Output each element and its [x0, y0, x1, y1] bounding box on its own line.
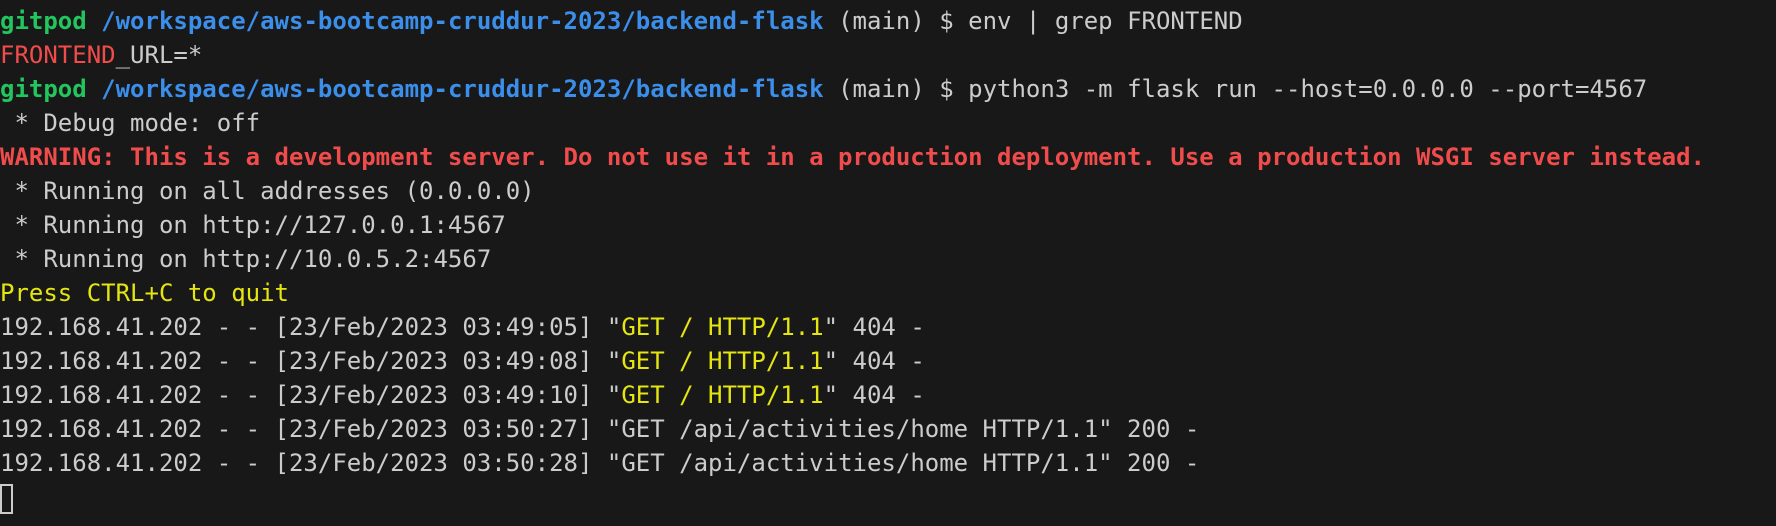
- log-line: 192.168.41.202 - - [23/Feb/2023 03:50:28…: [0, 446, 1776, 480]
- running-all-line: * Running on all addresses (0.0.0.0): [0, 177, 535, 205]
- prompt-line-1: gitpod /workspace/aws-bootcamp-cruddur-2…: [0, 4, 1776, 38]
- log-suffix: " 404 -: [823, 347, 925, 375]
- log-prefix: 192.168.41.202 - - [23/Feb/2023 03:50:27…: [0, 415, 622, 443]
- log-prefix: 192.168.41.202 - - [23/Feb/2023 03:50:28…: [0, 449, 622, 477]
- log-line: 192.168.41.202 - - [23/Feb/2023 03:49:05…: [0, 310, 1776, 344]
- log-suffix: " 200 -: [1098, 415, 1200, 443]
- prompt-path: /workspace/aws-bootcamp-cruddur-2023/bac…: [101, 75, 824, 103]
- log-request: GET / HTTP/1.1: [621, 381, 824, 409]
- log-line: 192.168.41.202 - - [23/Feb/2023 03:49:10…: [0, 378, 1776, 412]
- quit-hint-line: Press CTRL+C to quit: [0, 279, 289, 307]
- prompt-command: env | grep FRONTEND: [968, 7, 1243, 35]
- cursor-line[interactable]: [0, 480, 1776, 514]
- env-output-line: FRONTEND_URL=*: [0, 38, 1776, 72]
- log-request: GET / HTTP/1.1: [621, 347, 824, 375]
- log-suffix: " 404 -: [823, 313, 925, 341]
- log-line: 192.168.41.202 - - [23/Feb/2023 03:49:08…: [0, 344, 1776, 378]
- env-highlight: FRONTEND: [0, 41, 116, 69]
- terminal-window[interactable]: gitpod /workspace/aws-bootcamp-cruddur-2…: [0, 0, 1776, 526]
- debug-mode-line: * Debug mode: off: [0, 109, 261, 137]
- log-request: GET /api/activities/home HTTP/1.1: [621, 449, 1099, 477]
- log-suffix: " 200 -: [1098, 449, 1200, 477]
- prompt-user: gitpod: [0, 75, 87, 103]
- running-net-line: * Running on http://10.0.5.2:4567: [0, 245, 492, 273]
- prompt-command: python3 -m flask run --host=0.0.0.0 --po…: [968, 75, 1648, 103]
- terminal-cursor[interactable]: [0, 484, 13, 514]
- log-request: GET / HTTP/1.1: [621, 313, 824, 341]
- running-local-line: * Running on http://127.0.0.1:4567: [0, 211, 506, 239]
- env-rest: _URL=*: [115, 41, 203, 69]
- prompt-branch: (main) $: [823, 75, 969, 103]
- prompt-line-2: gitpod /workspace/aws-bootcamp-cruddur-2…: [0, 72, 1776, 106]
- prompt-branch: (main) $: [823, 7, 969, 35]
- log-prefix: 192.168.41.202 - - [23/Feb/2023 03:49:08…: [0, 347, 622, 375]
- log-line: 192.168.41.202 - - [23/Feb/2023 03:50:27…: [0, 412, 1776, 446]
- prompt-user: gitpod: [0, 7, 87, 35]
- log-prefix: 192.168.41.202 - - [23/Feb/2023 03:49:05…: [0, 313, 622, 341]
- log-request: GET /api/activities/home HTTP/1.1: [621, 415, 1099, 443]
- prompt-path: /workspace/aws-bootcamp-cruddur-2023/bac…: [101, 7, 824, 35]
- log-suffix: " 404 -: [823, 381, 925, 409]
- warning-line: WARNING: This is a development server. D…: [0, 143, 1706, 171]
- log-prefix: 192.168.41.202 - - [23/Feb/2023 03:49:10…: [0, 381, 622, 409]
